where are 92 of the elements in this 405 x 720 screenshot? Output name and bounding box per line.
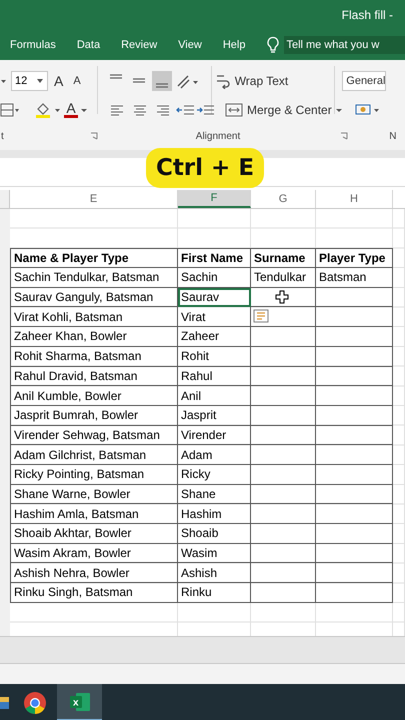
table-cell: Ashish [178,563,251,584]
taskbar-button[interactable]: x [57,684,102,720]
table-cell: Shane Warne, Bowler [10,484,178,504]
table-cell: Adam Gilchrist, Batsman [10,445,178,465]
align-button[interactable] [152,70,172,90]
table-cell: Shane [178,484,251,504]
empty-cell [251,406,316,426]
menu-tab[interactable]: Review [121,36,168,54]
group-label: t [1,130,4,142]
dialog-launcher-icon[interactable] [340,132,348,140]
folder-icon [0,696,9,710]
column-header[interactable]: G [251,190,316,208]
column-header[interactable]: H [316,190,393,208]
column-header[interactable]: F [178,190,251,208]
table-cell: Ricky [178,464,251,485]
empty-cell [251,346,316,366]
table-cell: Rohit [178,346,251,366]
table-cell: Jasprit Bumrah, Bowler [10,406,178,426]
font-size-field[interactable]: 12 [11,70,48,90]
table-cell: Saurav Ganguly, Batsman [10,288,178,308]
merge-center-button[interactable]: Merge & Center [222,102,335,118]
empty-cell [251,426,316,446]
lines-icon [156,82,168,88]
dialog-launcher-icon[interactable] [90,132,98,140]
menu-tab[interactable]: Data [76,36,110,54]
table-cell: Shoaib [178,524,251,544]
empty-cell [251,504,316,524]
lines-icon [132,78,145,83]
merge-icon [225,102,243,118]
menu-tab[interactable]: View [178,36,212,54]
menu-tab[interactable]: Formulas [10,36,66,54]
table-cell: Saurav [178,288,251,308]
table-cell: Anil [178,386,251,406]
empty-cell [251,464,316,485]
window-title: Flash fill - [342,8,394,22]
table-cell: Rinku [178,583,251,603]
shortcut-badge: Ctrl + E [146,148,264,188]
column-heading: First Name [178,248,251,268]
table-cell: Batsman [316,268,393,288]
currency-icon[interactable] [354,102,381,118]
table-cell: Sachin [178,268,251,288]
group-label: Alignment [196,130,240,142]
table-cell: Tendulkar [251,268,316,288]
wrap-text-button[interactable]: Wrap Text [212,72,292,88]
flash-fill-options-icon[interactable] [253,309,269,324]
group-label: N [389,130,396,142]
table-cell: Zaheer [178,327,251,347]
table-cell: Virat [178,307,251,328]
number-format-field[interactable]: General [342,70,386,90]
empty-cell [251,445,316,465]
lightbulb-icon[interactable] [266,36,280,54]
fill-color-icon[interactable] [34,100,62,118]
font-color-button[interactable]: A [62,102,80,118]
table-cell: Anil Kumble, Bowler [10,386,178,406]
caret-icon [37,78,44,84]
table-cell: Zaheer Khan, Bowler [10,327,178,347]
table-cell: Ricky Pointing, Batsman [10,464,178,485]
browser-icon [22,690,46,715]
table-cell: Rinku Singh, Batsman [10,583,178,603]
empty-cell [251,544,316,564]
table-cell: Hashim Amla, Batsman [10,504,178,524]
empty-cell [251,366,316,386]
column-heading: Name & Player Type [10,248,178,268]
table-cell: Hashim [178,504,251,524]
empty-cell [251,583,316,603]
table-cell: Wasim [178,544,251,564]
table-cell: Ashish Nehra, Bowler [10,563,178,584]
wrap-icon [214,72,231,88]
search-field[interactable]: Tell me what you w [284,36,405,54]
table-cell: Rahul Dravid, Batsman [10,366,178,386]
table-cell: Rohit Sharma, Batsman [10,346,178,366]
menu-tab[interactable]: Help [222,36,256,54]
column-heading: Surname [251,248,316,268]
table-cell: Sachin Tendulkar, Batsman [10,268,178,288]
empty-cell [251,563,316,584]
table-cell: Jasprit [178,406,251,426]
empty-cell [251,484,316,504]
cursor-icon [275,290,289,304]
table-cell: Virat Kohli, Batsman [10,307,178,328]
table-cell: Shoaib Akhtar, Bowler [10,524,178,544]
empty-cell [251,524,316,544]
table-cell: Rahul [178,366,251,386]
borders-icon[interactable] [0,102,20,118]
table-cell: Wasim Akram, Bowler [10,544,178,564]
grow-font-button[interactable]: A [50,72,68,88]
lines-icon [110,74,122,78]
table-cell: Virender [178,426,251,446]
column-heading: Player Type [316,248,393,268]
table-cell: Adam [178,445,251,465]
table-cell: Virender Sehwag, Batsman [10,426,178,446]
empty-cell [251,386,316,406]
shrink-font-button[interactable]: A [69,74,85,86]
